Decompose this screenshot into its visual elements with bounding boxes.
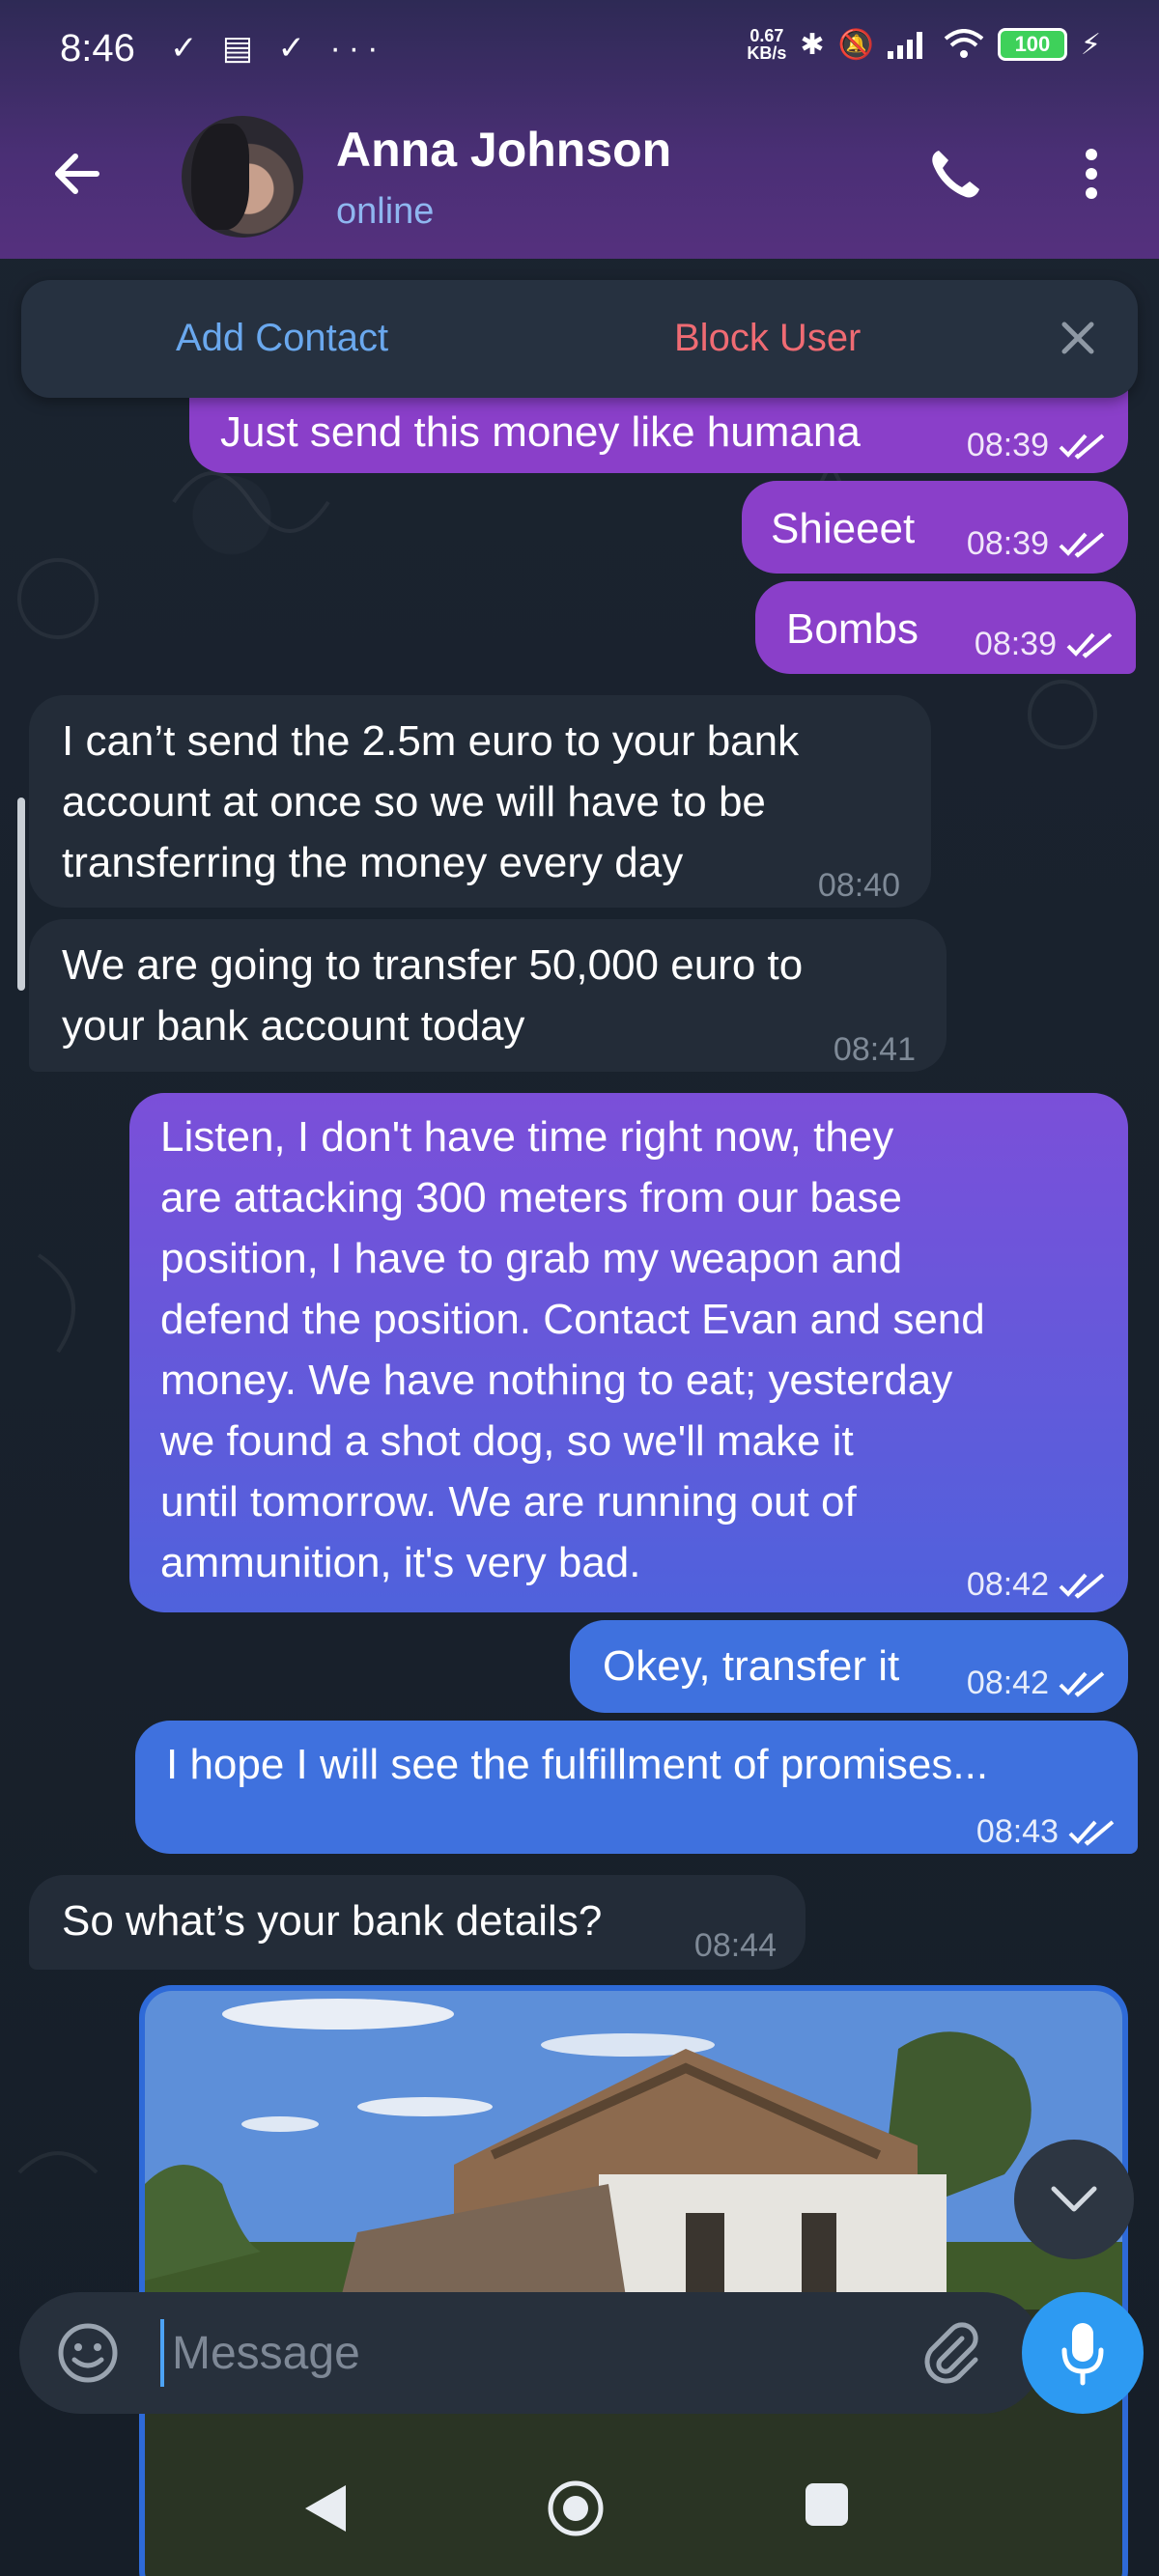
message-meta: 08:44 xyxy=(694,1916,777,1976)
message-time: 08:42 xyxy=(966,1566,1049,1603)
status-right-group: 0.67 KB/s ✱ 🔕 100 ⚡ xyxy=(747,27,1101,62)
message-line: we found a shot dog, so we'll make it xyxy=(160,1417,854,1465)
system-nav-bar xyxy=(0,2452,1159,2576)
scroll-indicator[interactable] xyxy=(17,798,25,991)
chat-header: 8:46 ✓ ▤ ✓ ··· 0.67 KB/s ✱ 🔕 100 ⚡ Anna … xyxy=(0,0,1159,259)
message-time: 08:40 xyxy=(817,867,900,904)
message-line: Listen, I don't have time right now, the… xyxy=(160,1113,894,1161)
microphone-icon xyxy=(1061,2323,1104,2386)
paperclip-icon[interactable] xyxy=(918,2319,985,2387)
message-meta: 08:42 xyxy=(967,1653,1105,1714)
message-meta: 08:40 xyxy=(818,855,900,916)
message-line: your bank account today xyxy=(62,1002,525,1050)
microphone-button[interactable] xyxy=(1022,2292,1144,2414)
nav-home-icon[interactable] xyxy=(547,2479,605,2537)
message-line: transferring the money every day xyxy=(62,839,684,886)
bluetooth-icon: ✱ xyxy=(800,28,825,61)
mute-icon: 🔕 xyxy=(837,28,874,61)
message-line: defend the position. Contact Evan and se… xyxy=(160,1296,985,1343)
double-check-icon xyxy=(1059,1572,1105,1599)
double-check-icon xyxy=(1059,433,1105,460)
message-text: I hope I will see the fulfillment of pro… xyxy=(166,1741,989,1788)
message-time: 08:39 xyxy=(974,626,1057,662)
message-text: Just send this money like humana xyxy=(220,408,861,456)
nav-back-icon[interactable] xyxy=(299,2481,350,2535)
message-bubble[interactable]: I hope I will see the fulfillment of pro… xyxy=(135,1721,1138,1854)
network-speed-unit: KB/s xyxy=(747,43,787,63)
double-check-icon xyxy=(1068,1819,1115,1846)
wifi-icon xyxy=(944,29,984,58)
charging-icon: ⚡ xyxy=(1080,28,1101,61)
block-user-button[interactable]: Block User xyxy=(674,317,861,360)
message-meta: 08:39 xyxy=(975,614,1113,675)
scroll-down-button[interactable] xyxy=(1014,2140,1134,2259)
message-line: We are going to transfer 50,000 euro to xyxy=(62,941,804,989)
message-time: 08:42 xyxy=(966,1665,1049,1701)
contact-status: online xyxy=(336,191,435,232)
message-text: Shieeet xyxy=(771,505,916,552)
phone-icon[interactable] xyxy=(925,145,983,203)
network-speed: 0.67 KB/s xyxy=(747,27,786,62)
message-time: 08:39 xyxy=(966,525,1049,562)
add-contact-button[interactable]: Add Contact xyxy=(176,317,388,360)
message-text: Bombs xyxy=(786,605,919,653)
avatar[interactable] xyxy=(182,116,303,238)
message-text: So what’s your bank details? xyxy=(62,1897,603,1945)
message-line: money. We have nothing to eat; yesterday xyxy=(160,1357,953,1404)
message-line: are attacking 300 meters from our base xyxy=(160,1174,902,1221)
message-bubble[interactable]: I can’t send the 2.5m euro to your bank … xyxy=(29,695,931,908)
emoji-icon[interactable] xyxy=(56,2321,120,2385)
message-bubble[interactable]: So what’s your bank details? 08:44 xyxy=(29,1875,806,1970)
message-meta: 08:42 xyxy=(967,1554,1105,1615)
double-check-icon xyxy=(1059,531,1105,558)
message-meta: 08:39 xyxy=(967,415,1105,476)
message-meta: 08:39 xyxy=(967,514,1105,574)
message-line: until tomorrow. We are running out of xyxy=(160,1478,857,1526)
nav-recent-icon[interactable] xyxy=(806,2483,848,2526)
close-icon[interactable] xyxy=(1055,315,1101,361)
chevron-down-icon xyxy=(1051,2186,1097,2212)
message-time: 08:41 xyxy=(833,1031,916,1068)
message-meta: 08:43 xyxy=(976,1802,1115,1862)
double-check-icon xyxy=(1059,1670,1105,1697)
message-time: 08:44 xyxy=(693,1927,777,1964)
message-input-bar xyxy=(19,2292,1043,2414)
message-input[interactable] xyxy=(160,2319,894,2387)
message-text: Okey, transfer it xyxy=(603,1642,900,1690)
message-bubble[interactable]: Listen, I don't have time right now, the… xyxy=(129,1093,1128,1612)
network-speed-value: 0.67 xyxy=(749,26,784,45)
message-time: 08:43 xyxy=(975,1813,1059,1850)
add-block-bar: Add Contact Block User xyxy=(21,280,1138,398)
message-bubble[interactable]: Shieeet 08:39 xyxy=(742,481,1128,574)
double-check-icon xyxy=(1066,631,1113,658)
status-time: 8:46 xyxy=(60,27,135,70)
status-notification-icons: ✓ ▤ ✓ ··· xyxy=(170,30,386,67)
message-bubble[interactable]: We are going to transfer 50,000 euro to … xyxy=(29,919,947,1072)
back-arrow-icon[interactable] xyxy=(48,145,106,203)
more-vert-icon[interactable] xyxy=(1072,145,1111,203)
message-bubble[interactable]: Bombs 08:39 xyxy=(755,581,1136,674)
message-time: 08:39 xyxy=(966,427,1049,463)
message-bubble[interactable]: Okey, transfer it 08:42 xyxy=(570,1620,1128,1713)
message-line: position, I have to grab my weapon and xyxy=(160,1235,903,1282)
contact-name[interactable]: Anna Johnson xyxy=(336,122,671,178)
message-line: account at once so we will have to be xyxy=(62,778,766,826)
message-line: I can’t send the 2.5m euro to your bank xyxy=(62,717,800,765)
signal-icon xyxy=(887,32,922,59)
battery-icon: 100 xyxy=(997,28,1067,61)
message-meta: 08:41 xyxy=(834,1020,916,1080)
